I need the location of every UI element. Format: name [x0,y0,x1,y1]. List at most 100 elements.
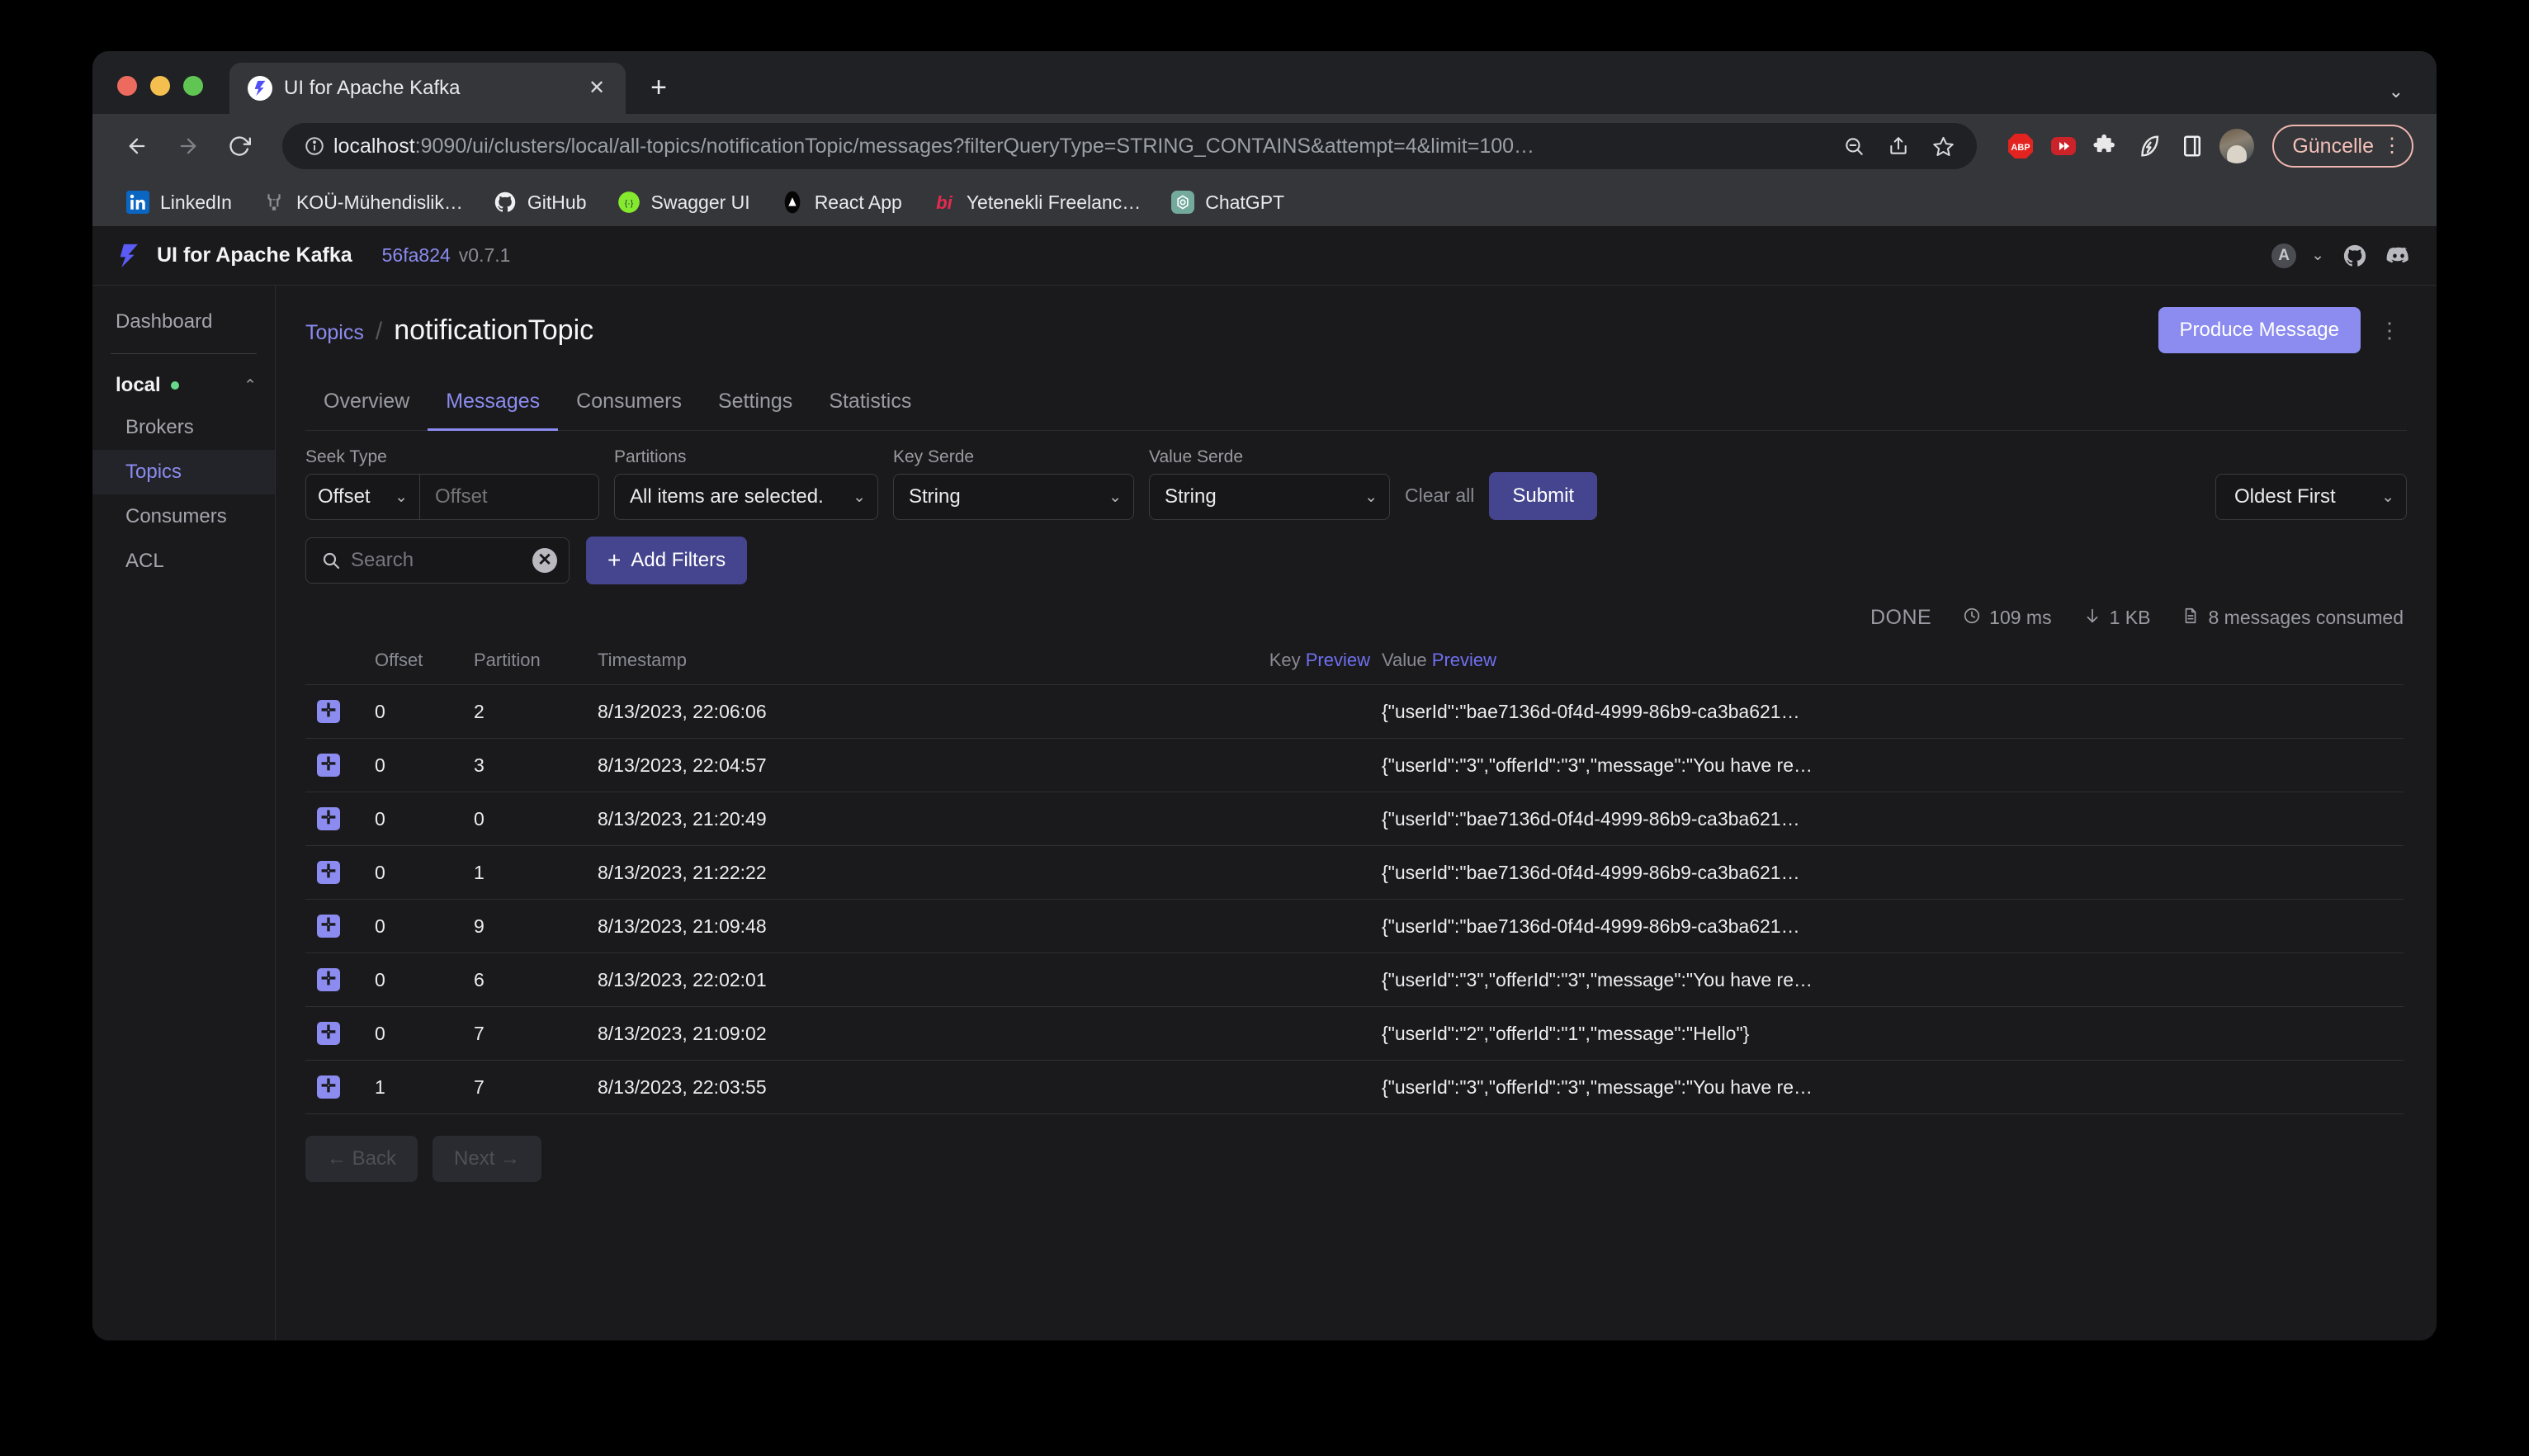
th-value: Value Preview [1382,645,2404,685]
kafka-logo-icon[interactable] [116,241,145,271]
video-speed-icon[interactable] [2048,130,2079,162]
key-serde-select[interactable]: String ⌄ [893,474,1134,520]
update-button[interactable]: Güncelle ⋮ [2272,125,2413,168]
bookmark-star-icon[interactable] [1922,125,1964,167]
app-brand[interactable]: UI for Apache Kafka [157,243,352,267]
expand-row-icon[interactable]: ✛ [317,700,340,723]
table-row[interactable]: ✛178/13/2023, 22:03:55{"userId":"3","off… [305,1061,2404,1114]
bookmark-chatgpt[interactable]: ChatGPT [1159,183,1296,221]
table-row[interactable]: ✛068/13/2023, 22:02:01{"userId":"3","off… [305,953,2404,1007]
tab-settings[interactable]: Settings [700,378,811,431]
expand-row-icon[interactable]: ✛ [317,1075,340,1099]
sidebar-item-consumers[interactable]: Consumers [92,494,275,539]
forward-button[interactable] [165,123,211,169]
address-bar[interactable]: localhost:9090/ui/clusters/local/all-top… [282,123,1977,169]
expand-row-icon[interactable]: ✛ [317,1022,340,1045]
tab-overview[interactable]: Overview [305,378,428,431]
close-window-button[interactable] [117,76,137,96]
bookmark-linkedin[interactable]: LinkedIn [114,183,243,221]
bookmark-swagger-ui[interactable]: {·} Swagger UI [605,183,762,221]
cell-offset: 0 [375,1007,474,1061]
leaf-bolt-icon[interactable] [2134,130,2165,162]
expand-row-icon[interactable]: ✛ [317,754,340,777]
seek-type-select[interactable]: Offset ⌄ [305,474,419,520]
browser-tab[interactable]: UI for Apache Kafka ✕ [229,63,626,114]
add-filters-button[interactable]: + Add Filters [586,537,747,584]
sidebar: Dashboard local ⌃ Brokers Topics Consume… [92,286,276,1340]
expand-row-icon[interactable]: ✛ [317,807,340,830]
maximize-window-button[interactable] [183,76,203,96]
chevron-down-icon[interactable]: ⌄ [2389,81,2404,102]
th-value-label: Value [1382,650,1427,670]
bookmark-yetenekli-freelancer[interactable]: bi Yetenekli Freelanc… [920,183,1152,221]
adblock-plus-icon[interactable]: ABP [2005,130,2036,162]
status-size: 1 KB [2083,607,2151,630]
expand-row-icon[interactable]: ✛ [317,968,340,991]
expand-row-icon[interactable]: ✛ [317,915,340,938]
row-expand-cell: ✛ [305,792,375,846]
chevron-down-icon: ⌄ [1364,488,1378,507]
discord-icon[interactable] [2385,243,2412,269]
share-icon[interactable] [1878,125,1919,167]
table-row[interactable]: ✛028/13/2023, 22:06:06{"userId":"bae7136… [305,685,2404,739]
sidebar-item-dashboard[interactable]: Dashboard [92,300,275,343]
th-offset[interactable]: Offset [375,645,474,685]
next-button[interactable]: Next → [433,1136,541,1182]
th-partition[interactable]: Partition [474,645,598,685]
back-button[interactable] [114,123,160,169]
new-tab-button[interactable]: + [637,66,680,109]
site-info-icon[interactable] [304,135,325,157]
bookmark-github[interactable]: GitHub [481,183,598,221]
search-input[interactable] [351,549,522,572]
kebab-menu-icon[interactable]: ⋮ [2372,322,2407,339]
expand-row-icon[interactable]: ✛ [317,861,340,884]
partitions-select[interactable]: All items are selected. ⌄ [614,474,878,520]
tab-messages[interactable]: Messages [428,378,558,431]
table-row[interactable]: ✛098/13/2023, 21:09:48{"userId":"bae7136… [305,900,2404,953]
sidebar-item-acl[interactable]: ACL [92,539,275,584]
theme-switcher[interactable]: A ⌄ [2271,243,2324,268]
close-icon[interactable]: ✕ [583,74,611,102]
extensions-puzzle-icon[interactable] [2091,130,2122,162]
bookmark-react-app[interactable]: React App [768,183,914,221]
reload-button[interactable] [216,123,262,169]
key-preview-link[interactable]: Preview [1306,650,1370,670]
app-commit-hash[interactable]: 56fa824 [382,244,451,267]
kebab-menu-icon[interactable]: ⋮ [2382,136,2402,156]
app-version: v0.7.1 [459,244,511,267]
clear-search-icon[interactable]: ✕ [532,548,557,573]
th-timestamp[interactable]: Timestamp [598,645,953,685]
sidebar-cluster-local[interactable]: local ⌃ [92,366,275,405]
chevron-down-icon: ⌄ [853,488,866,507]
submit-button[interactable]: Submit [1489,472,1597,520]
cell-timestamp: 8/13/2023, 22:03:55 [598,1061,953,1114]
zoom-out-icon[interactable] [1833,125,1874,167]
github-icon[interactable] [2342,243,2367,268]
main-content: Topics / notificationTopic Produce Messa… [276,286,2437,1340]
value-preview-link[interactable]: Preview [1432,650,1496,670]
chevron-up-icon[interactable]: ⌃ [243,376,257,395]
tab-consumers[interactable]: Consumers [558,378,700,431]
value-serde-select[interactable]: String ⌄ [1149,474,1390,520]
bookmark-label: LinkedIn [160,191,232,214]
reading-list-panel-icon[interactable] [2177,130,2208,162]
sidebar-item-topics[interactable]: Topics [92,450,275,494]
avatar[interactable] [2219,129,2254,163]
table-row[interactable]: ✛018/13/2023, 21:22:22{"userId":"bae7136… [305,846,2404,900]
sort-order-select[interactable]: Oldest First ⌄ [2215,474,2407,520]
breadcrumb-link-topics[interactable]: Topics [305,321,364,345]
status-state: DONE [1870,606,1931,630]
produce-message-button[interactable]: Produce Message [2158,307,2361,353]
cell-key [953,846,1382,900]
tab-statistics[interactable]: Statistics [811,378,929,431]
table-row[interactable]: ✛038/13/2023, 22:04:57{"userId":"3","off… [305,739,2404,792]
sidebar-item-brokers[interactable]: Brokers [92,405,275,450]
seek-value-input[interactable] [419,474,599,520]
clear-all-button[interactable]: Clear all [1405,485,1474,520]
minimize-window-button[interactable] [150,76,170,96]
back-button[interactable]: ← Back [305,1136,418,1182]
bookmark-kou[interactable]: KOÜ-Mühendislik… [250,183,475,221]
table-row[interactable]: ✛078/13/2023, 21:09:02{"userId":"2","off… [305,1007,2404,1061]
table-row[interactable]: ✛008/13/2023, 21:20:49{"userId":"bae7136… [305,792,2404,846]
search-box[interactable]: ✕ [305,537,570,584]
